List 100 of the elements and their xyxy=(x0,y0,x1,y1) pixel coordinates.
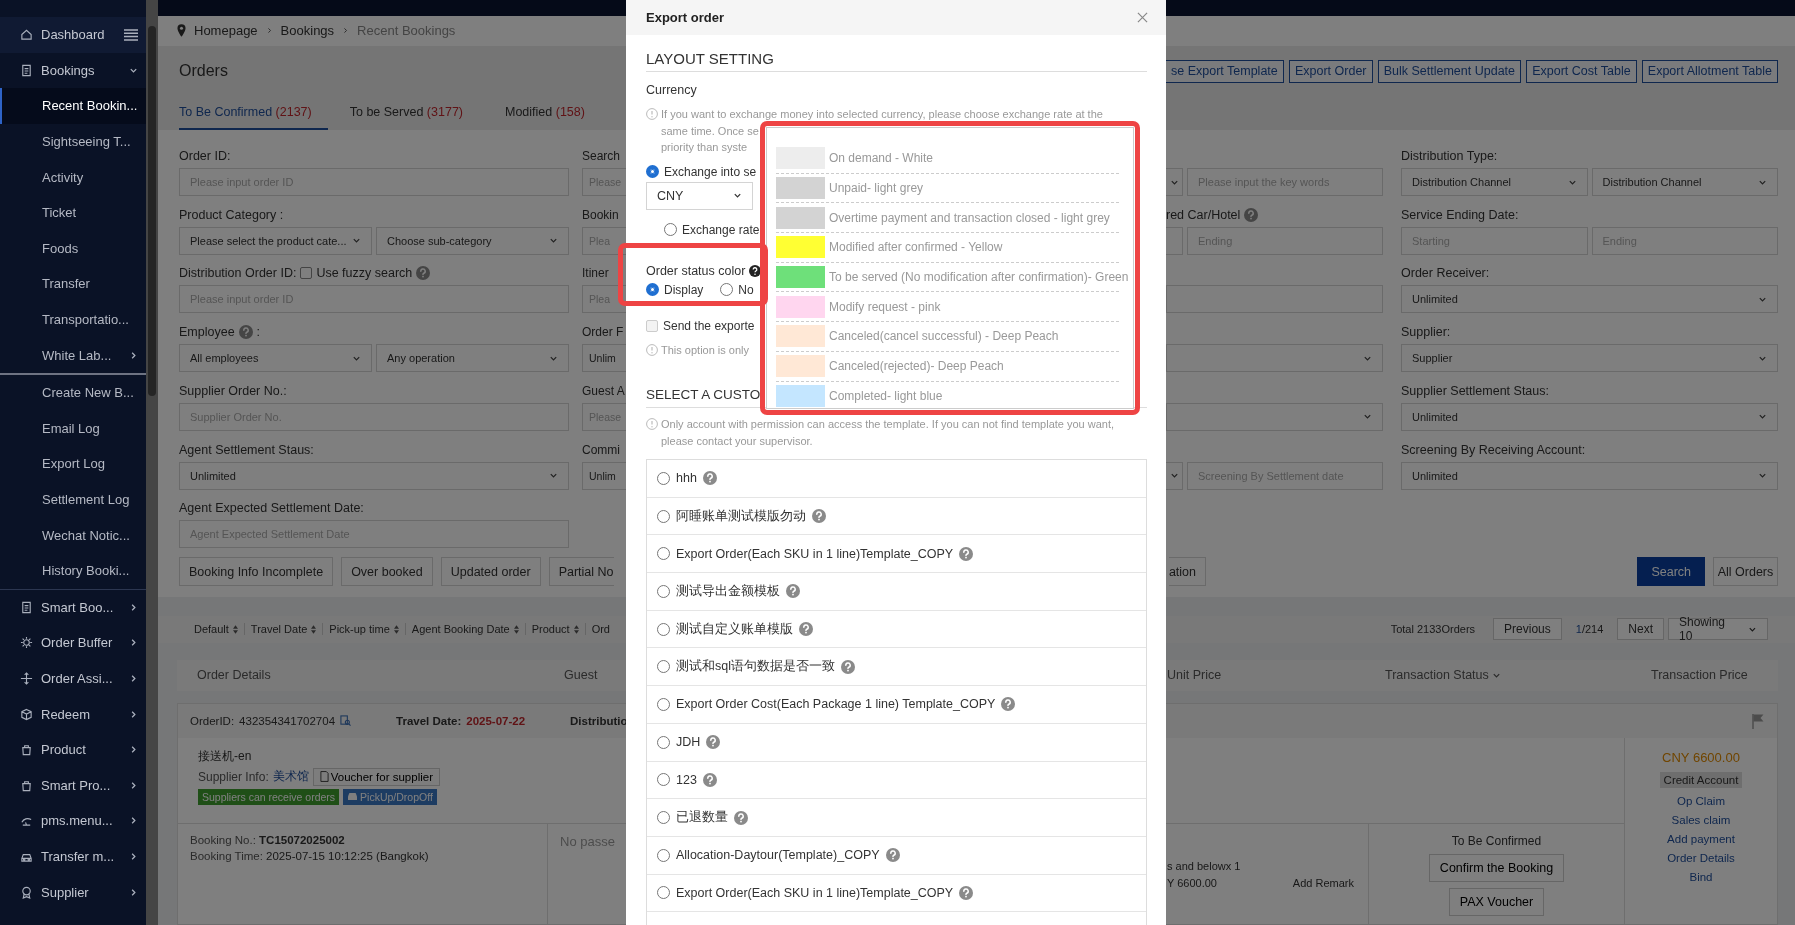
order-action-link[interactable]: Op Claim xyxy=(1677,795,1725,807)
currency-dropdown[interactable]: CNY xyxy=(646,181,753,210)
template-option[interactable]: Export Order(Each SKU in 1 line)Template_COPY xyxy=(647,874,1146,913)
radio-button[interactable] xyxy=(657,660,670,674)
template-option[interactable]: 测试自定义账单模版 xyxy=(647,610,1146,649)
sidebar-item[interactable]: pms.menu... xyxy=(0,803,146,839)
breadcrumb-link[interactable]: Bookings xyxy=(280,23,335,39)
sidebar-item[interactable]: Dashboard xyxy=(0,17,146,53)
sort-option[interactable]: Pick-up time xyxy=(329,623,390,636)
confirm-booking-button[interactable]: Confirm the Booking xyxy=(1428,854,1565,882)
radio-button[interactable] xyxy=(657,697,670,711)
radio-button[interactable] xyxy=(657,622,670,636)
order-action-link[interactable]: Bind xyxy=(1689,871,1713,883)
close-icon[interactable] xyxy=(1137,12,1148,23)
dropdown[interactable]: Distribution Channel xyxy=(1591,168,1778,197)
checkbox[interactable] xyxy=(646,319,658,332)
sidebar-item[interactable]: Foods xyxy=(0,230,146,267)
dropdown[interactable]: Distribution Channel xyxy=(1401,168,1588,197)
sort-option[interactable]: Default xyxy=(194,623,229,636)
sidebar-item[interactable]: Order Buffer xyxy=(0,625,146,661)
breadcrumb-link[interactable]: Homepage xyxy=(194,23,258,39)
sort-option[interactable]: Travel Date xyxy=(250,623,308,636)
dropdown[interactable]: Unlimited xyxy=(179,461,569,490)
voucher-button[interactable]: Voucher for supplier xyxy=(312,768,440,786)
radio-button[interactable] xyxy=(657,471,670,485)
sidebar-item[interactable]: Transportatio... xyxy=(0,301,146,338)
sidebar-item[interactable]: Smart Pro... xyxy=(0,767,146,804)
template-option[interactable]: 测试导出金额模板 xyxy=(647,573,1146,611)
sidebar-item[interactable]: Settlement Log xyxy=(0,481,146,518)
template-option[interactable]: 123 xyxy=(647,761,1146,800)
sidebar-item[interactable]: Ticket xyxy=(0,194,146,231)
dropdown[interactable]: All employees xyxy=(179,344,372,373)
sidebar-item[interactable]: Wechat Notic... xyxy=(0,517,146,553)
scrollbar[interactable] xyxy=(146,0,158,925)
sidebar-item[interactable]: Create New B... xyxy=(0,374,146,411)
sidebar-item[interactable]: History Booki... xyxy=(0,552,146,589)
template-option[interactable]: JDH xyxy=(647,723,1146,762)
column-header[interactable]: Transaction Status xyxy=(1385,668,1501,683)
text-field[interactable]: Unlim xyxy=(582,344,626,373)
sidebar-item[interactable]: Redeem xyxy=(0,696,146,732)
action-button[interactable]: Export Cost Table xyxy=(1526,59,1637,83)
template-option[interactable]: Allocation-Daytour(Template)_COPY xyxy=(647,836,1146,875)
template-option[interactable]: 阿睡账单测试模版勿动 xyxy=(647,497,1146,536)
sidebar-item[interactable]: White Lab... xyxy=(0,337,146,373)
sidebar-item[interactable]: Bookings xyxy=(0,52,146,89)
sidebar-item[interactable]: Order Assi... xyxy=(0,660,146,697)
search-button[interactable]: Search xyxy=(1637,557,1705,587)
action-button[interactable]: Export Allotment Table xyxy=(1641,59,1778,83)
action-button[interactable]: Bulk Settlement Update xyxy=(1377,59,1521,83)
sidebar-item[interactable]: Smart Boo... xyxy=(0,589,146,626)
text-field[interactable] xyxy=(1166,226,1183,255)
dropdown[interactable]: Choose sub-category xyxy=(376,226,569,255)
radio-button[interactable] xyxy=(657,811,670,825)
template-option[interactable]: Export Order Cost(Each Package 1 line) Template_COPY xyxy=(647,686,1146,724)
sidebar-item[interactable]: Export Log xyxy=(0,446,146,482)
radio-button[interactable] xyxy=(664,223,677,236)
menu-icon[interactable] xyxy=(124,28,138,41)
sidebar-item[interactable]: Sightseeing T... xyxy=(0,123,146,160)
order-action-link[interactable]: Add payment xyxy=(1667,833,1735,845)
dropdown[interactable]: Please select the product cate... xyxy=(179,226,372,255)
add-remark-link[interactable]: Add Remark xyxy=(1292,877,1354,889)
filter-button[interactable]: Over booked xyxy=(341,557,433,587)
radio-button[interactable] xyxy=(657,584,670,598)
template-option[interactable]: 测试和sql语句数据是否一致 xyxy=(647,648,1146,687)
radio-button[interactable] xyxy=(646,165,659,178)
template-option[interactable]: hhh xyxy=(647,460,1146,498)
filter-button[interactable]: Updated order xyxy=(440,557,541,587)
sidebar-item[interactable]: Email Log xyxy=(0,410,146,447)
next-button[interactable]: Next xyxy=(1617,618,1664,641)
radio-button[interactable] xyxy=(657,886,670,900)
sort-option[interactable]: Ord xyxy=(591,623,610,636)
template-option[interactable]: 已退数量 xyxy=(647,799,1146,837)
all-orders-button[interactable]: All Orders xyxy=(1713,557,1778,587)
text-field[interactable] xyxy=(1166,285,1383,314)
supplier-link[interactable]: 美术馆 xyxy=(272,768,309,786)
radio-button[interactable] xyxy=(720,283,734,296)
radio-button[interactable] xyxy=(657,509,670,523)
tab[interactable]: To be Served (3177) xyxy=(329,96,483,131)
filter-button[interactable]: Partial No xyxy=(548,557,614,587)
pax-voucher-button[interactable]: PAX Voucher xyxy=(1448,888,1545,916)
sidebar-item[interactable]: Recent Bookin... xyxy=(0,88,146,124)
sidebar-item[interactable]: Transfer m... xyxy=(0,838,146,875)
sort-option[interactable]: Product xyxy=(531,623,570,636)
sidebar-item[interactable]: Transfer xyxy=(0,266,146,302)
action-button[interactable]: se Export Template xyxy=(1166,59,1284,83)
dropdown[interactable]: Supplier xyxy=(1401,344,1778,373)
text-field[interactable]: Unlim xyxy=(582,461,626,490)
order-action-link[interactable]: Sales claim xyxy=(1671,814,1731,826)
search-icon[interactable] xyxy=(340,715,352,727)
sidebar-item[interactable]: Activity xyxy=(0,159,146,195)
sidebar-item[interactable]: Supplier xyxy=(0,874,146,910)
radio-button[interactable] xyxy=(657,848,670,862)
filter-button[interactable]: Booking Info Incomplete xyxy=(179,557,334,587)
tab[interactable]: Modified (158) xyxy=(485,96,605,131)
dropdown[interactable]: Any operation xyxy=(376,344,569,373)
order-action-link[interactable]: Order Details xyxy=(1667,852,1735,864)
action-button[interactable]: Export Order xyxy=(1288,59,1373,83)
radio-button[interactable] xyxy=(657,547,670,561)
page-size-dropdown[interactable]: Showing 10 xyxy=(1668,618,1768,641)
dropdown[interactable]: Unlimited xyxy=(1401,461,1778,490)
